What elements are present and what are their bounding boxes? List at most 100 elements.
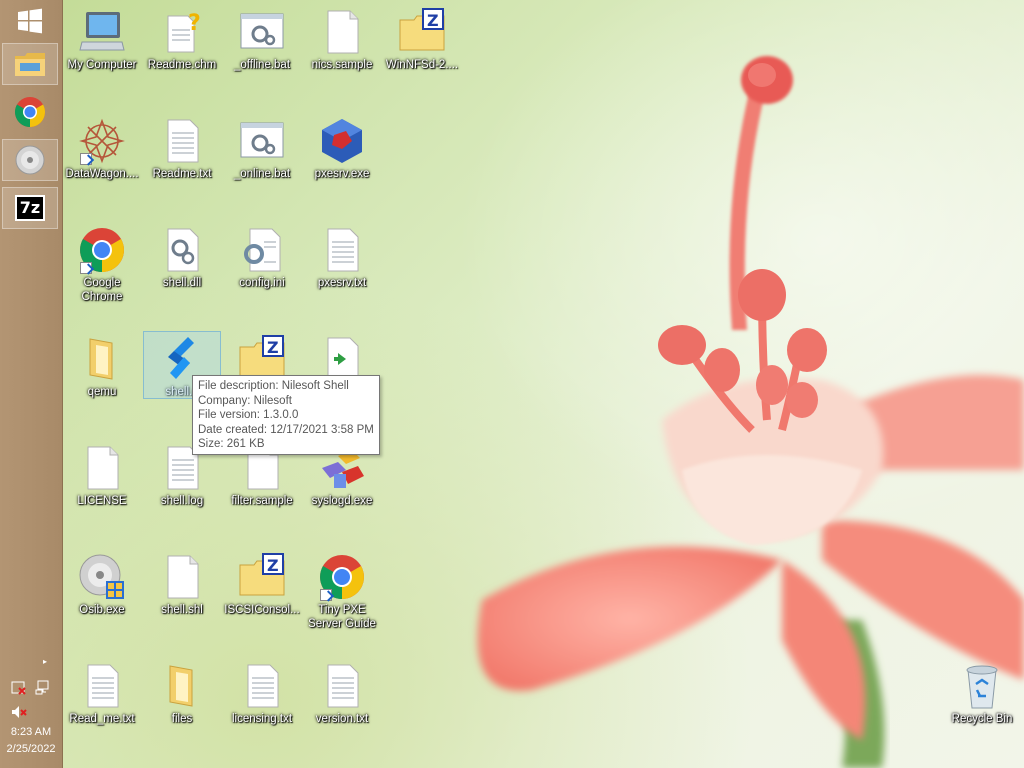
clock-time[interactable]: 8:23 AM [0, 726, 62, 738]
icon-label: Read_me.txt [69, 713, 135, 725]
chrome-icon [14, 97, 46, 127]
icon-label: shell.shl [161, 604, 203, 616]
icon-label: pxesrv.txt [317, 277, 367, 289]
desktop-icon-pxesrv-txt[interactable]: pxesrv.txt [302, 226, 382, 290]
windows-logo-icon [18, 8, 42, 34]
icon-label: qemu [87, 386, 117, 398]
tooltip-size: Size: 261 KB [198, 438, 265, 451]
zip-folder-icon: Z [399, 8, 445, 51]
dll-file-icon [167, 228, 199, 272]
tooltip-file-description: File description: Nilesoft Shell [198, 380, 349, 392]
text-file-icon [327, 664, 359, 708]
desktop-icon-shell-dll[interactable]: shell.dll [142, 226, 222, 290]
help-file-icon: ? [167, 11, 201, 53]
desktop-icon-recycle-bin[interactable]: Recycle Bin [942, 662, 1022, 726]
desktop-icon-tiny-pxe-guide[interactable]: Tiny PXE Server Guide [302, 553, 382, 631]
icon-label: My Computer [67, 59, 137, 71]
blank-file-icon [327, 10, 359, 54]
desktop-icon-version-txt[interactable]: version.txt [302, 662, 382, 726]
icon-label: licensing.txt [231, 713, 293, 725]
icon-label: _online.bat [233, 168, 291, 180]
tooltip-file-version: File version: 1.3.0.0 [198, 409, 299, 422]
volume-muted-icon[interactable] [11, 704, 27, 720]
action-center-icon[interactable] [11, 680, 27, 696]
disc-icon [15, 145, 45, 175]
taskbar: 7z ▸ 8:23 AM 2/25/2022 [0, 0, 63, 768]
desktop-icon-online-bat[interactable]: _online.bat [222, 117, 302, 181]
svg-text:Z: Z [267, 556, 279, 575]
icon-label: shell.log [160, 495, 204, 507]
file-info-tooltip: File description: Nilesoft Shell Company… [192, 375, 380, 455]
recycle-bin-icon [966, 665, 998, 709]
icon-label: syslogd.exe [311, 495, 373, 507]
svg-text:Z: Z [427, 11, 439, 30]
7zip-icon: 7z [15, 195, 45, 221]
start-button[interactable] [2, 0, 58, 42]
computer-icon [79, 12, 125, 51]
desktop-icon-datawagon[interactable]: DataWagon.... [62, 117, 142, 181]
desktop-icon-readme-chm[interactable]: ? Readme.chm [142, 8, 222, 72]
desktop-icon-licensing-txt[interactable]: licensing.txt [222, 662, 302, 726]
icon-label: DataWagon.... [65, 168, 139, 180]
svg-text:?: ? [188, 11, 201, 36]
icon-label: Readme.txt [152, 168, 212, 180]
icon-label: WinNFSd-2.... [385, 59, 459, 71]
icon-label: nics.sample [311, 59, 373, 71]
desktop-icon-config-ini[interactable]: config.ini [222, 226, 302, 290]
desktop-icon-shell-shl[interactable]: shell.shl [142, 553, 222, 617]
text-file-icon [167, 119, 199, 163]
icon-label: shell.dll [162, 277, 202, 289]
tray-expand-arrow[interactable]: ▸ [43, 657, 47, 666]
batch-file-icon [240, 13, 284, 49]
desktop-icon-my-computer[interactable]: My Computer [62, 8, 142, 72]
desktop-icon-nics-sample[interactable]: nics.sample [302, 8, 382, 72]
batch-file-icon [240, 122, 284, 158]
taskbar-disc[interactable] [2, 139, 58, 181]
desktop-icon-google-chrome[interactable]: Google Chrome [62, 226, 142, 304]
icon-label: LICENSE [77, 495, 127, 507]
icon-label: config.ini [239, 277, 285, 289]
zip-folder-icon: Z [239, 553, 285, 596]
icon-label: filter.sample [231, 495, 293, 507]
shortcut-arrow-icon [320, 589, 332, 601]
desktop-icon-pxesrv-exe[interactable]: pxesrv.exe [302, 117, 382, 181]
pxesrv-icon [322, 119, 362, 163]
desktop-icon-offline-bat[interactable]: _offline.bat [222, 8, 302, 72]
text-file-icon [327, 228, 359, 272]
icon-label: Tiny PXE Server Guide [308, 604, 376, 630]
icon-label: _offline.bat [233, 59, 291, 71]
taskbar-file-explorer[interactable] [2, 43, 58, 85]
shortcut-arrow-icon [80, 262, 92, 274]
tooltip-company: Company: Nilesoft [198, 394, 292, 407]
taskbar-chrome[interactable] [2, 91, 58, 133]
icon-label: Recycle Bin [951, 713, 1013, 725]
icon-label: ISCSIConsol... [224, 604, 300, 616]
desktop-icon-readme-txt[interactable]: Readme.txt [142, 117, 222, 181]
desktop-icon-qemu[interactable]: qemu [62, 335, 142, 399]
network-icon[interactable] [35, 679, 51, 695]
svg-text:Z: Z [267, 338, 279, 357]
tooltip-date-created: Date created: 12/17/2021 3:58 PM [198, 423, 374, 436]
folder-icon [169, 665, 193, 707]
icon-label: Readme.chm [147, 59, 217, 71]
desktop-icon-iscsi-console[interactable]: Z ISCSIConsol... [222, 553, 302, 617]
desktop-icon-winnfsd[interactable]: Z WinNFSd-2.... [382, 8, 462, 72]
blank-file-icon [167, 555, 199, 599]
text-file-icon [87, 664, 119, 708]
taskbar-7zip[interactable]: 7z [2, 187, 58, 229]
clock-date[interactable]: 2/25/2022 [0, 743, 62, 755]
ini-file-icon [244, 228, 281, 272]
file-explorer-icon [15, 53, 45, 76]
icon-label: pxesrv.exe [314, 168, 370, 180]
icon-label: Google Chrome [81, 277, 123, 303]
folder-icon [89, 338, 113, 380]
icon-label: version.txt [315, 713, 369, 725]
desktop-icon-osib[interactable]: Osib.exe [62, 553, 142, 617]
desktop-icon-license[interactable]: LICENSE [62, 444, 142, 508]
icon-label: Osib.exe [79, 604, 125, 616]
text-file-icon [247, 664, 279, 708]
icon-label: files [171, 713, 193, 725]
blank-file-icon [87, 446, 119, 490]
desktop-icon-files[interactable]: files [142, 662, 222, 726]
desktop-icon-read-me-txt[interactable]: Read_me.txt [62, 662, 142, 726]
